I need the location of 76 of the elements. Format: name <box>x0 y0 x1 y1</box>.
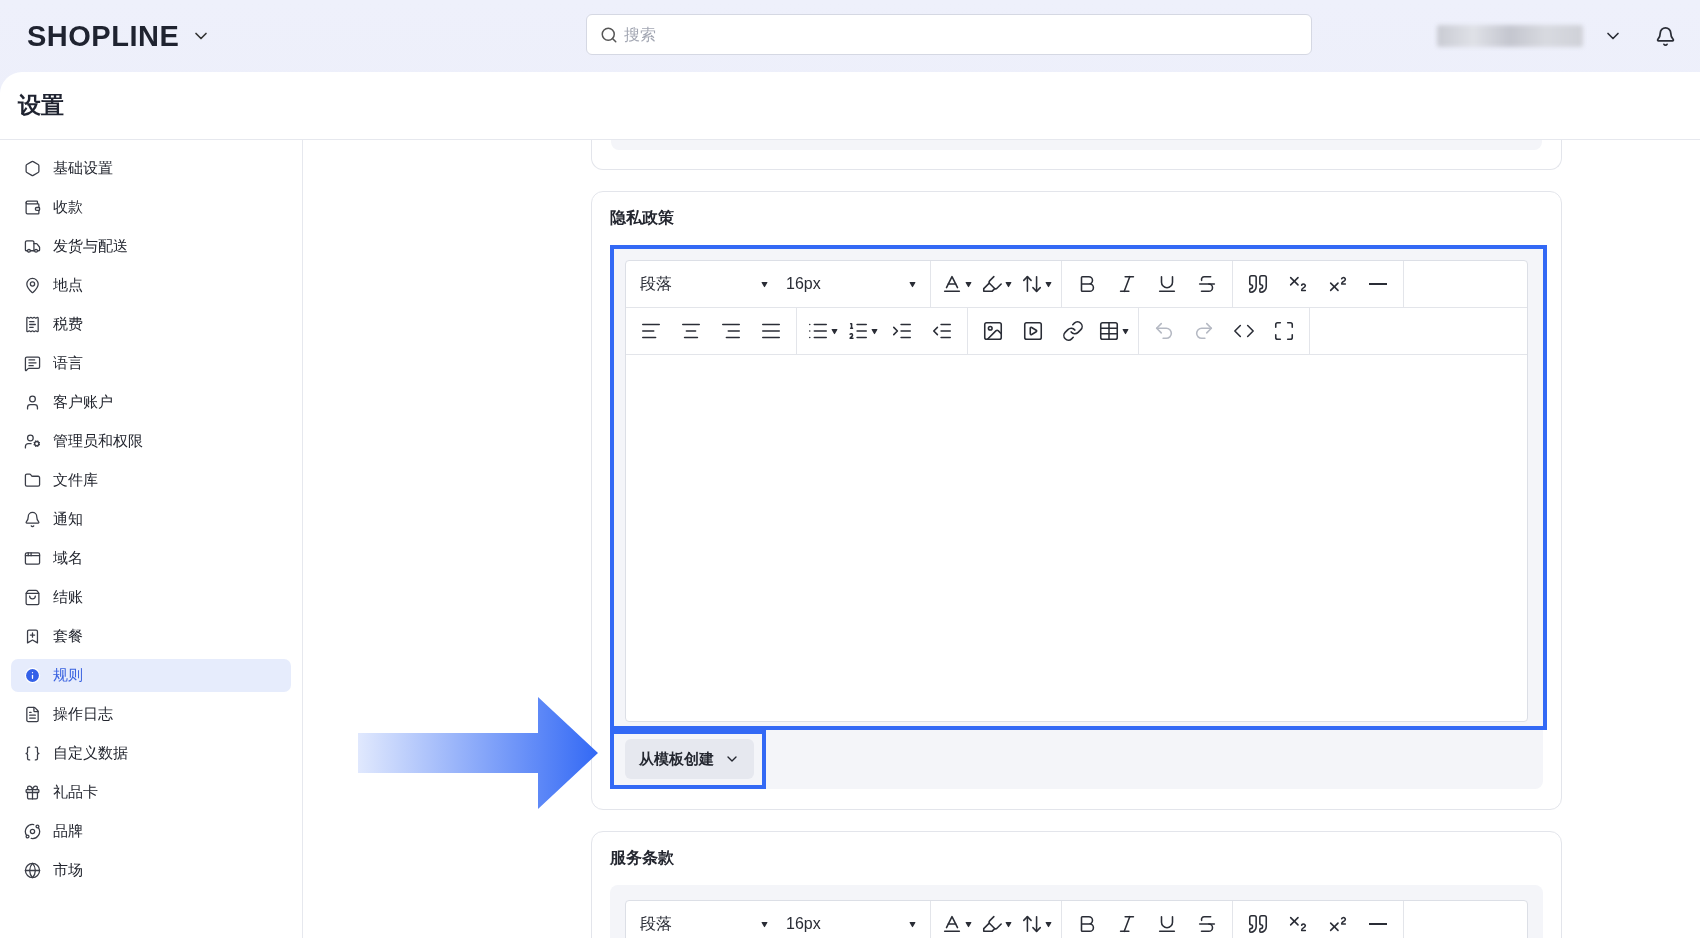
dropdown-select[interactable]: 16px <box>778 907 924 938</box>
user-icon <box>24 394 41 411</box>
sidebar-item[interactable]: 套餐 <box>11 620 291 653</box>
info-icon <box>24 667 41 684</box>
table-icon <box>1097 320 1120 342</box>
section-title: 服务条款 <box>610 847 675 868</box>
template-dropdown-button[interactable]: 从模板创建 <box>625 739 754 779</box>
rich-text-editor[interactable]: 段落 16px <box>625 900 1528 938</box>
sidebar-item[interactable]: 税费 <box>11 308 291 341</box>
sidebar-item[interactable]: 发货与配送 <box>11 230 291 263</box>
quote-icon <box>1247 913 1269 935</box>
speech-bubble-icon <box>24 355 41 372</box>
truck-icon <box>24 238 41 255</box>
shopping-bag-icon <box>24 589 41 606</box>
numbered-list-icon <box>846 320 869 342</box>
horizontal-line-icon <box>1369 283 1387 285</box>
caret-icon <box>761 280 768 288</box>
strikethrough-icon <box>1196 913 1218 935</box>
highlighter-icon <box>980 913 1003 935</box>
orbit-icon <box>24 823 41 840</box>
caret-icon <box>761 920 768 928</box>
browser-window-icon <box>24 550 41 567</box>
image-icon <box>982 320 1004 342</box>
sidebar-item[interactable]: 语言 <box>11 347 291 380</box>
bell-icon <box>24 511 41 528</box>
document-icon <box>24 706 41 723</box>
search-field[interactable]: 搜索 <box>586 14 1312 55</box>
search-icon <box>600 26 618 44</box>
sidebar-item[interactable]: 文件库 <box>11 464 291 497</box>
underline-icon <box>1156 273 1178 295</box>
sidebar-item[interactable]: 客户账户 <box>11 386 291 419</box>
logo[interactable]: SHOPLINE <box>27 19 180 53</box>
user-gear-icon <box>24 433 41 450</box>
rich-text-editor[interactable]: 段落 16px <box>625 260 1528 722</box>
bookmark-icon <box>24 628 41 645</box>
sidebar-item[interactable]: 自定义数据 <box>11 737 291 770</box>
up-down-arrows-icon <box>1020 273 1043 295</box>
dropdown-select[interactable]: 段落 <box>632 267 776 301</box>
quote-icon <box>1247 273 1269 295</box>
sidebar-item[interactable]: 收款 <box>11 191 291 224</box>
page-title: 设置 <box>18 91 64 120</box>
sidebar-item[interactable]: 规则 <box>11 659 291 692</box>
sidebar-item[interactable]: 礼品卡 <box>11 776 291 809</box>
dropdown-select[interactable]: 16px <box>778 267 924 301</box>
sidebar-item[interactable]: 域名 <box>11 542 291 575</box>
strikethrough-icon <box>1196 273 1218 295</box>
fullscreen-icon <box>1273 320 1295 342</box>
redo-icon <box>1193 320 1215 342</box>
folder-icon <box>24 472 41 489</box>
sidebar-item[interactable]: 管理员和权限 <box>11 425 291 458</box>
sidebar-item[interactable]: 地点 <box>11 269 291 302</box>
highlighter-icon <box>980 273 1003 295</box>
sidebar-item[interactable]: 品牌 <box>11 815 291 848</box>
sidebar-item[interactable]: 通知 <box>11 503 291 536</box>
sidebar-item[interactable]: 基础设置 <box>11 152 291 185</box>
sidebar-item[interactable]: 操作日志 <box>11 698 291 731</box>
wallet-icon <box>24 199 41 216</box>
gift-icon <box>24 784 41 801</box>
caret-icon <box>909 920 916 928</box>
play-icon <box>1022 320 1044 342</box>
globe-icon <box>24 862 41 879</box>
underline-icon <box>1156 913 1178 935</box>
hexagon-icon <box>24 160 41 177</box>
sidebar-item[interactable]: 结账 <box>11 581 291 614</box>
caret-icon <box>909 280 916 288</box>
horizontal-line-icon <box>1369 923 1387 925</box>
receipt-icon <box>24 316 41 333</box>
sidebar-item[interactable]: 市场 <box>11 854 291 887</box>
braces-icon <box>24 745 41 762</box>
dropdown-select[interactable]: 段落 <box>632 907 776 938</box>
map-pin-icon <box>24 277 41 294</box>
up-down-arrows-icon <box>1020 913 1043 935</box>
notification-bell-icon[interactable] <box>1655 25 1676 47</box>
undo-icon <box>1153 320 1175 342</box>
link-icon <box>1062 320 1084 342</box>
section-title: 隐私政策 <box>610 207 675 228</box>
